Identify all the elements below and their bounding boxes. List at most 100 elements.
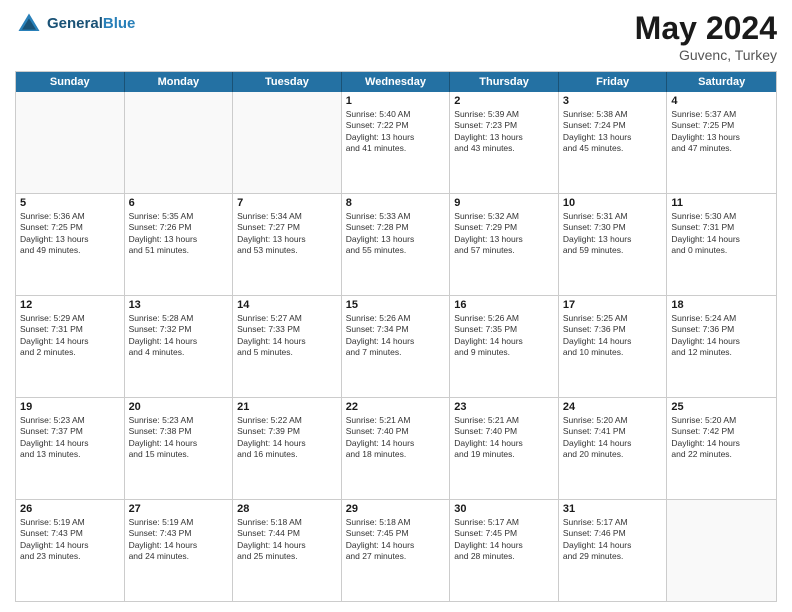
day-cell-12: 12Sunrise: 5:29 AM Sunset: 7:31 PM Dayli…: [16, 296, 125, 397]
day-number: 21: [237, 401, 337, 413]
day-number: 1: [346, 95, 446, 107]
day-number: 4: [671, 95, 772, 107]
header: GeneralBlue May 2024 Guvenc, Turkey: [15, 10, 777, 63]
calendar-header: SundayMondayTuesdayWednesdayThursdayFrid…: [16, 72, 776, 92]
day-info: Sunrise: 5:20 AM Sunset: 7:41 PM Dayligh…: [563, 415, 663, 461]
day-number: 3: [563, 95, 663, 107]
empty-cell: [233, 92, 342, 193]
header-day-friday: Friday: [559, 72, 668, 92]
day-info: Sunrise: 5:18 AM Sunset: 7:44 PM Dayligh…: [237, 517, 337, 563]
calendar-row-1: 5Sunrise: 5:36 AM Sunset: 7:25 PM Daylig…: [16, 193, 776, 295]
calendar: SundayMondayTuesdayWednesdayThursdayFrid…: [15, 71, 777, 602]
day-cell-30: 30 Sunrise: 5:17 AM Sunset: 7:45 PM Dayli…: [450, 500, 559, 601]
day-cell-17: 17 Sunrise: 5:25 AM Sunset: 7:36 PM Dayli…: [559, 296, 668, 397]
month-year: May 2024: [635, 10, 777, 47]
day-number: 15: [346, 299, 446, 311]
day-info: Sunrise: 5:24 AM Sunset: 7:36 PM Dayligh…: [671, 313, 772, 359]
day-info: Sunrise: 5:22 AM Sunset: 7:39 PM Dayligh…: [237, 415, 337, 461]
location: Guvenc, Turkey: [635, 47, 777, 63]
day-number: 28: [237, 503, 337, 515]
day-number: 13: [129, 299, 229, 311]
day-info: Sunrise: 5:23 AM Sunset: 7:37 PM Dayligh…: [20, 415, 120, 461]
day-info: Sunrise: 5:39 AM Sunset: 7:23 PM Dayligh…: [454, 109, 554, 155]
day-info: Sunrise: 5:26 AM Sunset: 7:34 PM Dayligh…: [346, 313, 446, 359]
day-number: 17: [563, 299, 663, 311]
day-number: 24: [563, 401, 663, 413]
day-number: 7: [237, 197, 337, 209]
day-info: Sunrise: 5:32 AM Sunset: 7:29 PM Dayligh…: [454, 211, 554, 257]
day-cell-21: 21 Sunrise: 5:22 AM Sunset: 7:39 PM Dayli…: [233, 398, 342, 499]
day-info: Sunrise: 5:35 AM Sunset: 7:26 PM Dayligh…: [129, 211, 229, 257]
day-cell-29: 29 Sunrise: 5:18 AM Sunset: 7:45 PM Dayli…: [342, 500, 451, 601]
day-number: 18: [671, 299, 772, 311]
day-number: 8: [346, 197, 446, 209]
day-cell-3: 3 Sunrise: 5:38 AM Sunset: 7:24 PM Daylig…: [559, 92, 668, 193]
calendar-body: 1 Sunrise: 5:40 AM Sunset: 7:22 PM Daylig…: [16, 92, 776, 601]
calendar-row-3: 19 Sunrise: 5:23 AM Sunset: 7:37 PM Dayli…: [16, 397, 776, 499]
day-info: Sunrise: 5:19 AM Sunset: 7:43 PM Dayligh…: [129, 517, 229, 563]
day-cell-24: 24 Sunrise: 5:20 AM Sunset: 7:41 PM Dayli…: [559, 398, 668, 499]
header-day-sunday: Sunday: [16, 72, 125, 92]
day-cell-13: 13 Sunrise: 5:28 AM Sunset: 7:32 PM Dayli…: [125, 296, 234, 397]
empty-cell: [667, 500, 776, 601]
header-day-wednesday: Wednesday: [342, 72, 451, 92]
day-cell-8: 8 Sunrise: 5:33 AM Sunset: 7:28 PM Daylig…: [342, 194, 451, 295]
empty-cell: [125, 92, 234, 193]
day-number: 16: [454, 299, 554, 311]
day-number: 12: [20, 299, 120, 311]
logo-icon: [15, 10, 43, 38]
logo: GeneralBlue: [15, 10, 135, 38]
day-cell-14: 14 Sunrise: 5:27 AM Sunset: 7:33 PM Dayli…: [233, 296, 342, 397]
day-cell-19: 19 Sunrise: 5:23 AM Sunset: 7:37 PM Dayli…: [16, 398, 125, 499]
day-cell-4: 4 Sunrise: 5:37 AM Sunset: 7:25 PM Daylig…: [667, 92, 776, 193]
day-info: Sunrise: 5:25 AM Sunset: 7:36 PM Dayligh…: [563, 313, 663, 359]
calendar-row-2: 12Sunrise: 5:29 AM Sunset: 7:31 PM Dayli…: [16, 295, 776, 397]
day-info: Sunrise: 5:37 AM Sunset: 7:25 PM Dayligh…: [671, 109, 772, 155]
day-number: 23: [454, 401, 554, 413]
day-number: 10: [563, 197, 663, 209]
day-info: Sunrise: 5:33 AM Sunset: 7:28 PM Dayligh…: [346, 211, 446, 257]
day-info: Sunrise: 5:27 AM Sunset: 7:33 PM Dayligh…: [237, 313, 337, 359]
day-cell-31: 31 Sunrise: 5:17 AM Sunset: 7:46 PM Dayli…: [559, 500, 668, 601]
day-info: Sunrise: 5:20 AM Sunset: 7:42 PM Dayligh…: [671, 415, 772, 461]
day-cell-6: 6Sunrise: 5:35 AM Sunset: 7:26 PM Daylig…: [125, 194, 234, 295]
day-info: Sunrise: 5:18 AM Sunset: 7:45 PM Dayligh…: [346, 517, 446, 563]
day-number: 9: [454, 197, 554, 209]
day-info: Sunrise: 5:34 AM Sunset: 7:27 PM Dayligh…: [237, 211, 337, 257]
title-block: May 2024 Guvenc, Turkey: [635, 10, 777, 63]
day-number: 14: [237, 299, 337, 311]
day-info: Sunrise: 5:28 AM Sunset: 7:32 PM Dayligh…: [129, 313, 229, 359]
day-number: 22: [346, 401, 446, 413]
day-info: Sunrise: 5:38 AM Sunset: 7:24 PM Dayligh…: [563, 109, 663, 155]
day-cell-15: 15 Sunrise: 5:26 AM Sunset: 7:34 PM Dayli…: [342, 296, 451, 397]
day-cell-20: 20Sunrise: 5:23 AM Sunset: 7:38 PM Dayli…: [125, 398, 234, 499]
day-cell-5: 5Sunrise: 5:36 AM Sunset: 7:25 PM Daylig…: [16, 194, 125, 295]
day-cell-26: 26Sunrise: 5:19 AM Sunset: 7:43 PM Dayli…: [16, 500, 125, 601]
page: GeneralBlue May 2024 Guvenc, Turkey Sund…: [0, 0, 792, 612]
day-number: 31: [563, 503, 663, 515]
day-number: 27: [129, 503, 229, 515]
day-info: Sunrise: 5:26 AM Sunset: 7:35 PM Dayligh…: [454, 313, 554, 359]
day-cell-28: 28 Sunrise: 5:18 AM Sunset: 7:44 PM Dayli…: [233, 500, 342, 601]
day-info: Sunrise: 5:17 AM Sunset: 7:46 PM Dayligh…: [563, 517, 663, 563]
header-day-monday: Monday: [125, 72, 234, 92]
day-number: 30: [454, 503, 554, 515]
header-day-tuesday: Tuesday: [233, 72, 342, 92]
day-number: 19: [20, 401, 120, 413]
day-cell-1: 1 Sunrise: 5:40 AM Sunset: 7:22 PM Daylig…: [342, 92, 451, 193]
day-info: Sunrise: 5:17 AM Sunset: 7:45 PM Dayligh…: [454, 517, 554, 563]
calendar-row-4: 26Sunrise: 5:19 AM Sunset: 7:43 PM Dayli…: [16, 499, 776, 601]
day-info: Sunrise: 5:19 AM Sunset: 7:43 PM Dayligh…: [20, 517, 120, 563]
day-number: 20: [129, 401, 229, 413]
header-day-thursday: Thursday: [450, 72, 559, 92]
day-info: Sunrise: 5:36 AM Sunset: 7:25 PM Dayligh…: [20, 211, 120, 257]
day-info: Sunrise: 5:40 AM Sunset: 7:22 PM Dayligh…: [346, 109, 446, 155]
day-number: 29: [346, 503, 446, 515]
day-info: Sunrise: 5:21 AM Sunset: 7:40 PM Dayligh…: [454, 415, 554, 461]
day-number: 11: [671, 197, 772, 209]
empty-cell: [16, 92, 125, 193]
calendar-row-0: 1 Sunrise: 5:40 AM Sunset: 7:22 PM Daylig…: [16, 92, 776, 193]
day-number: 2: [454, 95, 554, 107]
day-number: 25: [671, 401, 772, 413]
day-cell-25: 25 Sunrise: 5:20 AM Sunset: 7:42 PM Dayli…: [667, 398, 776, 499]
